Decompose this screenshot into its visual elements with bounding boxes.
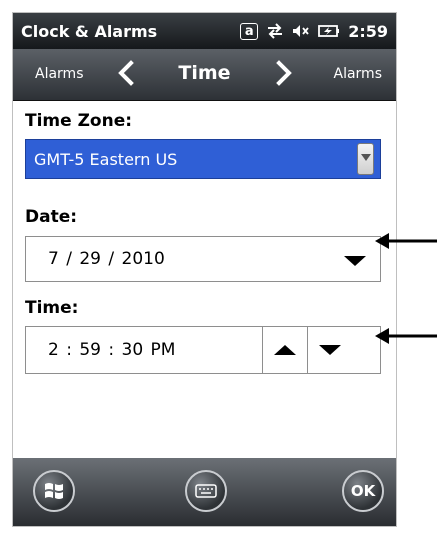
spin-up-icon[interactable] xyxy=(274,345,296,355)
callout-arrow-icon xyxy=(375,328,437,344)
main-content: Time Zone: GMT-5 Eastern US Date: 7 / 29… xyxy=(13,101,396,459)
softkey-bar: OK xyxy=(13,458,396,526)
status-clock[interactable]: 2:59 xyxy=(348,22,388,41)
callout-arrow-icon xyxy=(375,233,437,249)
divider xyxy=(262,327,263,373)
time-value[interactable]: 2 : 59 : 30 PM xyxy=(48,340,175,360)
connectivity-icon[interactable] xyxy=(266,23,284,39)
windows-logo-icon xyxy=(45,483,63,499)
divider xyxy=(307,327,308,373)
start-button[interactable] xyxy=(33,470,75,512)
timezone-scroll-button[interactable] xyxy=(357,143,374,175)
status-bar: Clock & Alarms a 2:59 xyxy=(13,13,396,49)
keyboard-button[interactable] xyxy=(185,470,227,512)
date-label: Date: xyxy=(25,207,78,227)
status-icons: a 2:59 xyxy=(240,22,388,41)
timezone-select[interactable]: GMT-5 Eastern US xyxy=(25,139,381,179)
ok-button[interactable]: OK xyxy=(342,470,384,512)
device-screen: Clock & Alarms a 2:59 Alarms Time Alarms… xyxy=(12,12,397,527)
chevron-right-icon[interactable] xyxy=(271,60,297,86)
battery-charging-icon[interactable] xyxy=(318,23,340,39)
volume-muted-icon[interactable] xyxy=(292,23,310,39)
timezone-value: GMT-5 Eastern US xyxy=(34,150,178,169)
time-picker[interactable]: 2 : 59 : 30 PM xyxy=(25,326,381,374)
time-label: Time: xyxy=(25,298,79,318)
input-mode-icon[interactable]: a xyxy=(240,22,259,40)
date-picker[interactable]: 7 / 29 / 2010 xyxy=(25,236,381,282)
app-title: Clock & Alarms xyxy=(21,21,158,41)
chevron-down-icon xyxy=(361,154,371,161)
timezone-label: Time Zone: xyxy=(25,111,133,131)
spin-down-icon[interactable] xyxy=(319,345,341,355)
nav-bar: Alarms Time Alarms xyxy=(13,49,396,101)
keyboard-icon xyxy=(195,484,217,498)
nav-next-label[interactable]: Alarms xyxy=(334,66,383,82)
date-value[interactable]: 7 / 29 / 2010 xyxy=(48,249,165,269)
dropdown-arrow-icon[interactable] xyxy=(344,256,366,266)
